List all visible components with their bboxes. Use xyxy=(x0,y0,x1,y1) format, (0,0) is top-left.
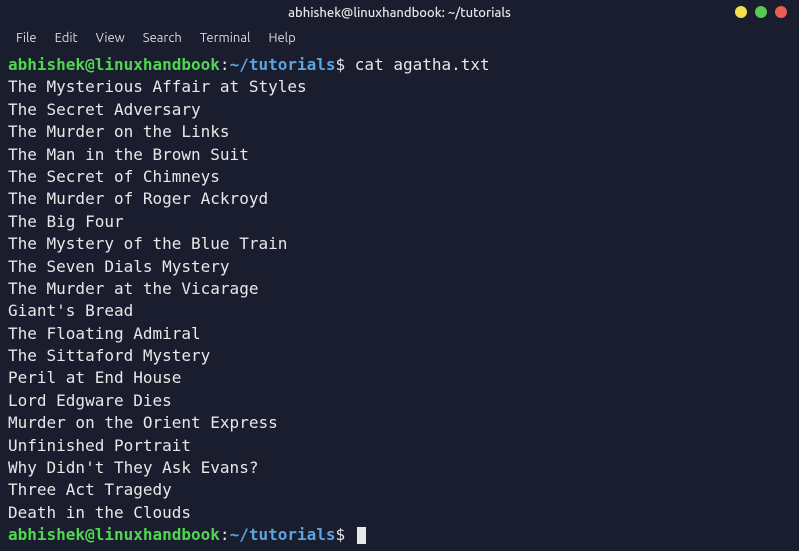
output-line: The Seven Dials Mystery xyxy=(8,256,791,278)
output-line: The Murder at the Vicarage xyxy=(8,278,791,300)
minimize-button[interactable] xyxy=(735,6,747,18)
output-line: Giant's Bread xyxy=(8,300,791,322)
maximize-button[interactable] xyxy=(755,6,767,18)
output-line: The Big Four xyxy=(8,211,791,233)
output-line: The Secret of Chimneys xyxy=(8,166,791,188)
prompt-colon: : xyxy=(220,55,230,74)
prompt-dollar: $ xyxy=(336,55,355,74)
output-line: Lord Edgware Dies xyxy=(8,390,791,412)
output-line: The Mysterious Affair at Styles xyxy=(8,76,791,98)
menubar: File Edit View Search Terminal Help xyxy=(0,26,799,50)
prompt-line-1: abhishek@linuxhandbook:~/tutorials$ cat … xyxy=(8,54,791,76)
titlebar: abhishek@linuxhandbook: ~/tutorials xyxy=(0,0,799,26)
menu-edit[interactable]: Edit xyxy=(47,29,86,47)
menu-search[interactable]: Search xyxy=(135,29,190,47)
menu-file[interactable]: File xyxy=(8,29,45,47)
menu-help[interactable]: Help xyxy=(260,29,303,47)
menu-terminal[interactable]: Terminal xyxy=(192,29,259,47)
prompt-line-2: abhishek@linuxhandbook:~/tutorials$ xyxy=(8,524,791,546)
window-controls xyxy=(735,6,787,18)
output-line: The Mystery of the Blue Train xyxy=(8,233,791,255)
output-line: The Murder on the Links xyxy=(8,121,791,143)
output-line: The Secret Adversary xyxy=(8,99,791,121)
output-line: Murder on the Orient Express xyxy=(8,412,791,434)
terminal-viewport[interactable]: abhishek@linuxhandbook:~/tutorials$ cat … xyxy=(0,50,799,551)
output-line: Unfinished Portrait xyxy=(8,435,791,457)
cursor-icon xyxy=(357,527,366,544)
window-title: abhishek@linuxhandbook: ~/tutorials xyxy=(288,6,511,20)
command-text: cat agatha.txt xyxy=(355,55,490,74)
output-line: The Murder of Roger Ackroyd xyxy=(8,188,791,210)
output-line: The Floating Admiral xyxy=(8,323,791,345)
prompt-user-host: abhishek@linuxhandbook xyxy=(8,55,220,74)
menu-view[interactable]: View xyxy=(88,29,133,47)
output-line: Why Didn't They Ask Evans? xyxy=(8,457,791,479)
close-button[interactable] xyxy=(775,6,787,18)
output-line: The Man in the Brown Suit xyxy=(8,144,791,166)
output-line: Three Act Tragedy xyxy=(8,479,791,501)
output-line: Peril at End House xyxy=(8,367,791,389)
prompt-path: ~/tutorials xyxy=(230,55,336,74)
output-line: The Sittaford Mystery xyxy=(8,345,791,367)
output-line: Death in the Clouds xyxy=(8,502,791,524)
